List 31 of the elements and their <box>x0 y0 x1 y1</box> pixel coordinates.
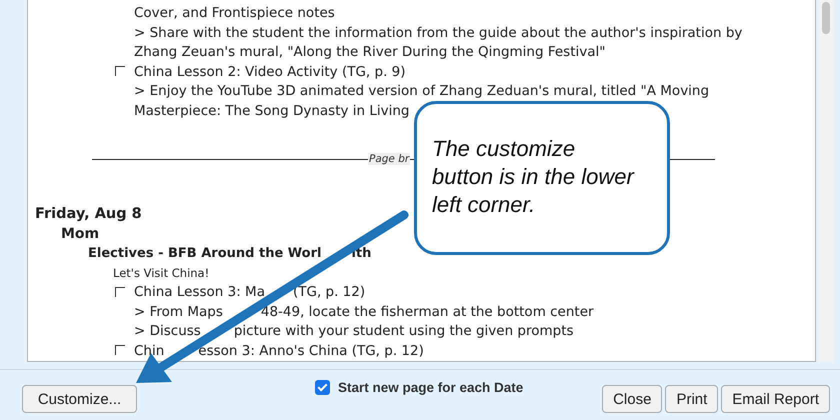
customize-button[interactable]: Customize... <box>22 385 137 413</box>
note-text: > Enjoy the YouTube 3D animated version of Zhang Zeduan's mural, titled "A Moving <box>134 82 710 101</box>
dialog-button[interactable]: Email Report <box>721 385 830 413</box>
task-title: esson 3: Anno's China (TG, p. 12) <box>198 342 424 360</box>
checkbox-label: Start new page for each Date <box>338 380 524 395</box>
scrollbar-thumb[interactable] <box>822 2 830 34</box>
checkbox[interactable] <box>115 345 125 356</box>
task-title: (TG, p. 12) <box>292 283 366 302</box>
dialog-button[interactable]: Close <box>602 385 662 413</box>
note-text: picture with your student using the given prompts <box>234 322 574 341</box>
note-text: > From Maps <box>134 302 223 322</box>
note-text: 48-49, locate the fisherman at the bottom center <box>260 302 594 322</box>
task-title: China Lesson 3: Ma <box>134 283 265 302</box>
dialog-button[interactable]: Print <box>665 385 718 413</box>
person-heading: Mom <box>61 224 100 244</box>
heading-heading: Let's Visit China! <box>113 264 210 282</box>
subject-heading: Electives - BFB Around the Worl <box>88 245 322 263</box>
checkbox[interactable] <box>315 380 330 395</box>
date-heading: Friday, Aug 8 <box>35 205 142 224</box>
note-text: Masterpiece: The Song Dynasty in Living <box>134 102 410 120</box>
checkbox[interactable] <box>115 66 125 76</box>
task-title: Chin <box>134 342 164 360</box>
note-text: Cover, and Frontispiece notes <box>134 4 335 23</box>
note-text: > Share with the student the information from the guide about the author's inspiration by <box>134 24 742 42</box>
note-text: > Discuss <box>134 322 201 341</box>
note-text: Zhang Zeuan's mural, "Along the River During the Qingming Festival" <box>134 43 606 62</box>
task-title: China Lesson 2: Video Activity (TG, p. 9) <box>134 62 406 82</box>
checkbox[interactable] <box>115 286 125 297</box>
page-break-label: Page br <box>368 153 410 165</box>
callout-note: The customize button is in the lower left corner. <box>414 101 670 255</box>
scrollbar[interactable] <box>818 0 834 362</box>
